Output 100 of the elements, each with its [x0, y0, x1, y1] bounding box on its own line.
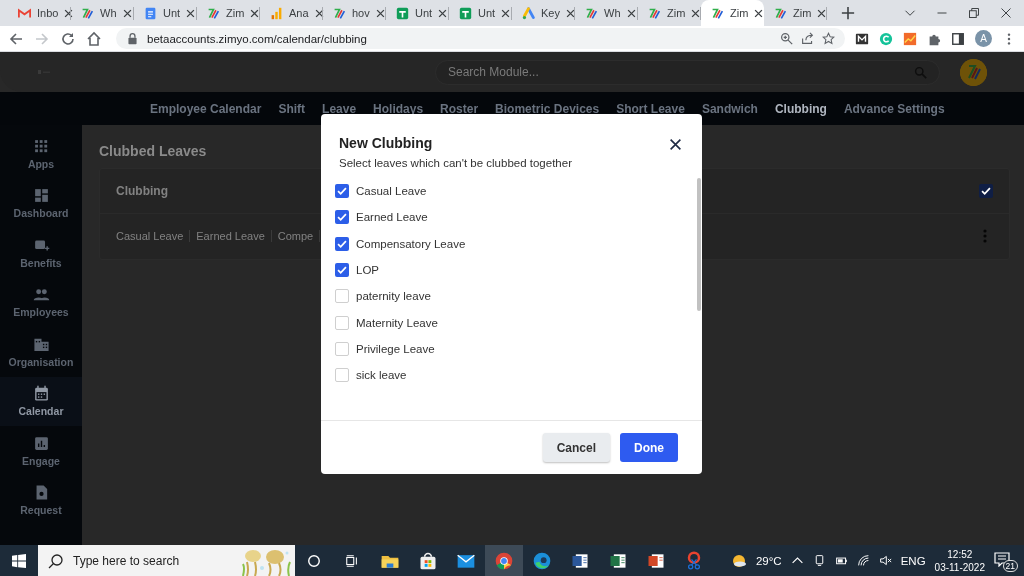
- bar-chart-icon: [270, 6, 283, 20]
- home-icon[interactable]: [86, 30, 102, 47]
- close-icon[interactable]: [1000, 7, 1012, 19]
- browser-tab[interactable]: Key: [512, 0, 575, 26]
- browser-tab[interactable]: Zim: [764, 0, 827, 26]
- extension-chart-icon[interactable]: [903, 31, 917, 46]
- browser-tab[interactable]: Unt: [386, 0, 449, 26]
- dashboard-icon: [32, 187, 50, 205]
- option-label: Compensatory Leave: [356, 237, 466, 250]
- close-icon[interactable]: [314, 8, 324, 18]
- close-icon[interactable]: [250, 8, 260, 18]
- triangle-logo-icon: [522, 6, 535, 20]
- browser-tab[interactable]: Ana: [260, 0, 323, 26]
- search-icon: [48, 552, 64, 569]
- zoom-in-icon[interactable]: [780, 32, 793, 45]
- checkbox[interactable]: [335, 236, 349, 251]
- close-icon[interactable]: [669, 138, 682, 151]
- option-label: Maternity Leave: [356, 316, 438, 329]
- close-icon[interactable]: [501, 8, 511, 18]
- option-label: paternity leave: [356, 290, 431, 303]
- circle-icon[interactable]: [307, 553, 321, 568]
- reload-icon[interactable]: [60, 30, 76, 47]
- browser-tab[interactable]: Zim: [197, 0, 260, 26]
- sidebar-icon[interactable]: [951, 31, 965, 46]
- clock[interactable]: 12:52 03-11-2022: [934, 547, 985, 574]
- close-icon[interactable]: [64, 8, 74, 18]
- back-arrow-icon[interactable]: [8, 30, 24, 47]
- close-icon[interactable]: [754, 8, 764, 18]
- checkbox[interactable]: [335, 289, 349, 304]
- task-view-icon[interactable]: [345, 553, 359, 568]
- option-label: LOP: [356, 264, 379, 277]
- browser-tab[interactable]: Wh: [71, 0, 134, 26]
- browser-tab[interactable]: Zim: [701, 0, 764, 26]
- checkbox[interactable]: [335, 341, 349, 356]
- logo-icon: [774, 6, 787, 20]
- plus-icon[interactable]: [841, 6, 855, 20]
- battery-icon[interactable]: [834, 554, 848, 567]
- logo-icon: [648, 6, 661, 20]
- logo-icon: [207, 6, 220, 20]
- search-field[interactable]: Search Module...: [435, 59, 940, 85]
- option-label: Privilege Leave: [356, 342, 435, 355]
- checkbox[interactable]: [335, 315, 349, 330]
- leave-label: Compe: [277, 230, 321, 242]
- nav-tab[interactable]: Holidays: [373, 101, 424, 116]
- browser-tab[interactable]: Wh: [575, 0, 638, 26]
- restore-icon[interactable]: [968, 7, 980, 19]
- checkbox[interactable]: [335, 263, 349, 278]
- lock-icon: [126, 32, 139, 45]
- nav-tab[interactable]: Sandwich: [701, 101, 758, 116]
- browser-icon: [494, 550, 514, 571]
- logo-icon: [333, 6, 346, 20]
- close-icon[interactable]: [122, 8, 132, 18]
- close-icon[interactable]: [565, 8, 575, 18]
- address-bar[interactable]: betaaccounts.zimyo.com/calendar/clubbing: [116, 28, 845, 49]
- leave-label: Earned Leave: [196, 230, 272, 242]
- close-icon[interactable]: [438, 8, 448, 18]
- cancel-button[interactable]: Cancel: [542, 433, 610, 462]
- sun-cloud-icon[interactable]: [730, 552, 747, 569]
- close-icon[interactable]: [186, 8, 196, 18]
- leave-label: Casual Leave: [116, 230, 191, 242]
- grid-icon: [32, 137, 50, 155]
- document-icon: [144, 6, 157, 20]
- scrollbar[interactable]: [697, 178, 701, 311]
- close-icon[interactable]: [691, 8, 701, 18]
- sidebar-item[interactable]: Calendar: [0, 376, 82, 426]
- nav-tab[interactable]: Roster: [440, 101, 479, 116]
- windows-start-icon[interactable]: [12, 553, 26, 568]
- checkbox[interactable]: [979, 184, 993, 198]
- nav-tab[interactable]: Shift: [278, 101, 306, 116]
- close-icon[interactable]: [817, 8, 827, 18]
- checkbox[interactable]: [335, 210, 349, 225]
- checkbox[interactable]: [335, 368, 349, 383]
- nav-tab[interactable]: Advance Settings: [843, 101, 945, 116]
- share-icon[interactable]: [801, 32, 814, 45]
- logo-icon: [711, 6, 724, 20]
- browser-tab[interactable]: Inbo: [8, 0, 71, 26]
- nav-tab[interactable]: Short Leave: [616, 101, 685, 116]
- option-label: Earned Leave: [356, 211, 428, 224]
- option-label: sick leave: [356, 369, 407, 382]
- browser-tab[interactable]: Zim: [638, 0, 701, 26]
- checkbox[interactable]: [335, 184, 349, 199]
- language-indicator[interactable]: ENG: [900, 554, 926, 567]
- logo-icon: [585, 6, 598, 20]
- extension-m-icon[interactable]: [855, 31, 869, 46]
- close-icon[interactable]: [626, 8, 636, 18]
- wifi-icon[interactable]: [856, 554, 870, 567]
- nav-tab[interactable]: Biometric Devices: [495, 101, 600, 116]
- nav-tab[interactable]: Clubbing: [774, 101, 827, 116]
- weather-text[interactable]: 29°C: [755, 554, 782, 567]
- nav-tab[interactable]: Employee Calendar: [150, 101, 262, 116]
- close-icon[interactable]: [375, 8, 385, 18]
- speaker-muted-icon[interactable]: [878, 554, 892, 567]
- browser-tab[interactable]: Unt: [134, 0, 197, 26]
- shopping-bag-icon: [418, 550, 438, 571]
- star-icon[interactable]: [822, 32, 835, 45]
- browser-tab[interactable]: hov: [323, 0, 386, 26]
- done-button[interactable]: Done: [620, 433, 678, 462]
- browser-tab[interactable]: Unt: [449, 0, 512, 26]
- card-title: Clubbing: [116, 184, 168, 198]
- nav-tab[interactable]: Leave: [322, 101, 357, 116]
